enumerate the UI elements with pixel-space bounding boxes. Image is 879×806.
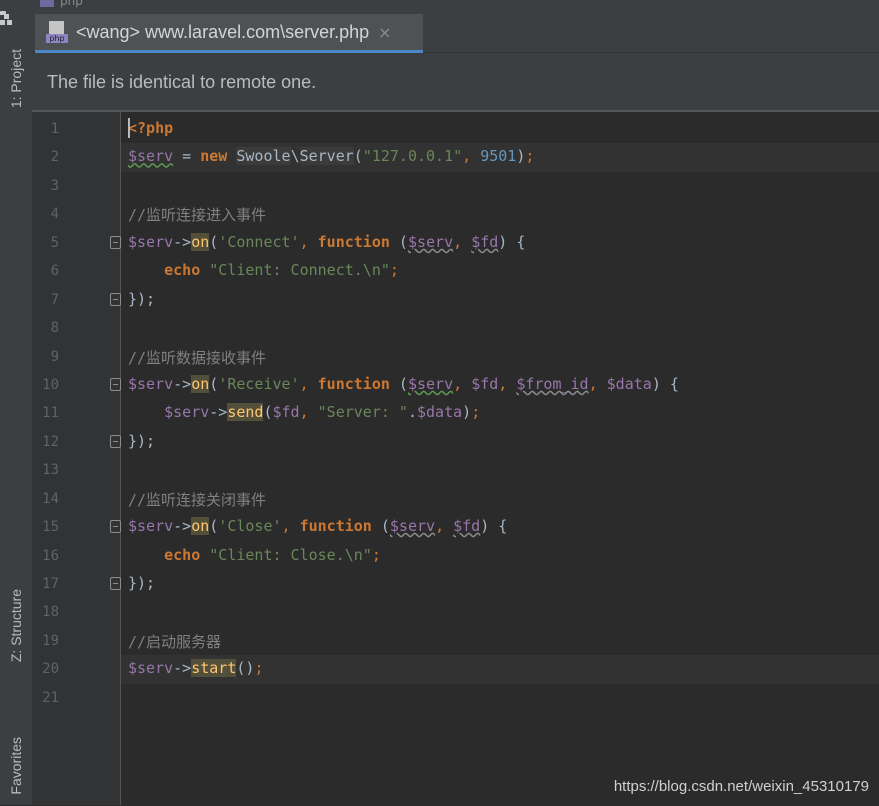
code-comment: //监听连接关闭事件 <box>128 490 267 509</box>
line-number: 8 <box>50 320 59 337</box>
watermark: https://blog.csdn.net/weixin_45310179 <box>613 778 869 795</box>
line-number: 4 <box>50 206 59 223</box>
fold-toggle-icon[interactable] <box>110 292 121 306</box>
code-line-11[interactable]: 11 $serv->send($fd, "Server: ".$data); <box>32 399 879 427</box>
line-number: 7 <box>50 291 59 308</box>
code-line-19[interactable]: 19 //启动服务器 <box>32 627 879 655</box>
line-number: 6 <box>50 263 59 280</box>
code-comment: //监听连接进入事件 <box>128 206 267 225</box>
tab-title: <wang> www.laravel.com\server.php <box>76 21 370 42</box>
line-number: 15 <box>42 519 59 536</box>
structure-tool-tab[interactable]: Z: Structure <box>0 576 32 676</box>
line-number: 10 <box>42 376 59 393</box>
fold-toggle-icon[interactable] <box>110 377 121 391</box>
structure-tool-label: Z: Structure <box>8 589 24 663</box>
code-line-3[interactable]: 3 <box>32 172 879 200</box>
remote-compare-notice: The file is identical to remote one. <box>32 53 879 112</box>
code-line-17[interactable]: 17 }); <box>32 570 879 598</box>
line-number: 13 <box>42 462 59 479</box>
code-line-18[interactable]: 18 <box>32 598 879 626</box>
line-number: 2 <box>50 149 59 166</box>
fold-toggle-icon[interactable] <box>110 434 121 448</box>
breadcrumb[interactable]: php <box>40 0 83 8</box>
code-line-10[interactable]: 10 $serv->on('Receive', function ($serv,… <box>32 371 879 399</box>
line-number: 20 <box>42 661 59 678</box>
text-caret <box>128 118 130 138</box>
line-number: 21 <box>42 689 59 706</box>
code-line-1[interactable]: 1 <?php <box>32 115 879 143</box>
line-number: 18 <box>42 604 59 621</box>
code-line-8[interactable]: 8 <box>32 314 879 342</box>
favorites-tool-tab[interactable]: Favorites <box>0 726 32 806</box>
fold-toggle-icon[interactable] <box>110 520 121 534</box>
fold-toggle-icon[interactable] <box>110 235 121 249</box>
code-comment: //监听数据接收事件 <box>128 348 267 367</box>
left-tool-window-bar: 1: Project Z: Structure Favorites <box>0 14 33 805</box>
code-line-15[interactable]: 15 $serv->on('Close', function ($serv, $… <box>32 513 879 541</box>
code-lines: 1 <?php 2 $serv = new Swoole\Server("127… <box>32 115 879 712</box>
line-number: 19 <box>42 632 59 649</box>
line-number: 5 <box>50 234 59 251</box>
code-comment: //启动服务器 <box>128 632 222 651</box>
line-number: 16 <box>42 547 59 564</box>
line-number: 3 <box>50 177 59 194</box>
top-breadcrumb-strip: php <box>0 0 879 15</box>
code-line-9[interactable]: 9 //监听数据接收事件 <box>32 343 879 371</box>
line-number: 9 <box>50 348 59 365</box>
close-icon[interactable]: × <box>378 23 391 42</box>
php-file-icon <box>40 0 54 7</box>
code-editor[interactable]: 1 <?php 2 $serv = new Swoole\Server("127… <box>32 112 879 805</box>
code-line-14[interactable]: 14 //监听连接关闭事件 <box>32 485 879 513</box>
code-line-20[interactable]: 20 $serv->start(); <box>32 655 879 684</box>
code-line-12[interactable]: 12 }); <box>32 428 879 456</box>
line-number: 12 <box>42 433 59 450</box>
php-open-tag: <?php <box>128 119 174 137</box>
favorites-tool-label: Favorites <box>8 737 24 795</box>
code-line-7[interactable]: 7 }); <box>32 286 879 314</box>
code-line-2[interactable]: 2 $serv = new Swoole\Server("127.0.0.1",… <box>32 143 879 172</box>
fold-toggle-icon[interactable] <box>110 577 121 590</box>
code-line-16[interactable]: 16 echo "Client: Close.\n"; <box>32 542 879 570</box>
code-line-6[interactable]: 6 echo "Client: Connect.\n"; <box>32 257 879 285</box>
php-file-icon: php <box>46 21 68 43</box>
line-number: 14 <box>42 490 59 507</box>
editor-tab-bar: php <wang> www.laravel.com\server.php × <box>32 14 879 53</box>
project-tool-label: 1: Project <box>8 49 24 109</box>
notice-text: The file is identical to remote one. <box>47 72 317 92</box>
code-line-13[interactable]: 13 <box>32 456 879 484</box>
code-line-5[interactable]: 5 $serv->on('Connect', function ($serv, … <box>32 229 879 257</box>
line-number: 11 <box>42 405 59 422</box>
project-tool-tab[interactable]: 1: Project <box>0 34 32 124</box>
line-number: 17 <box>42 576 59 592</box>
line-number: 1 <box>50 121 59 137</box>
code-line-21[interactable]: 21 <box>32 684 879 712</box>
code-line-4[interactable]: 4 //监听连接进入事件 <box>32 200 879 228</box>
editor-tab-server-php[interactable]: php <wang> www.laravel.com\server.php × <box>35 14 423 53</box>
